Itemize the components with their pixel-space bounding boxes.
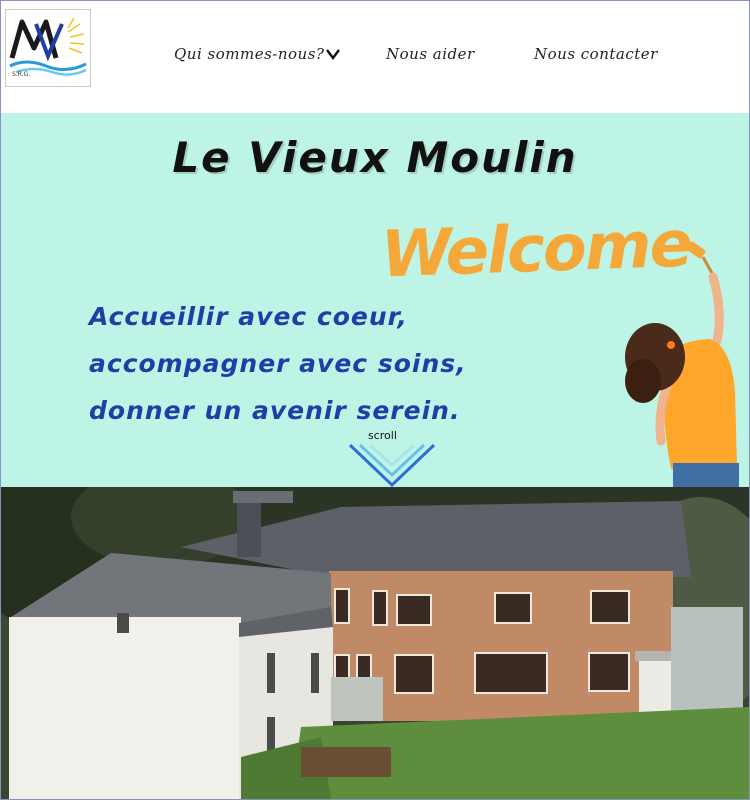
tagline-line: donner un avenir serein. xyxy=(89,396,461,425)
hero-section: Le Vieux Moulin Welcome Accueillir avec … xyxy=(1,113,749,487)
tagline-line: accompagner avec soins, xyxy=(89,349,467,378)
child-painting-illustration xyxy=(625,241,739,487)
building-photo xyxy=(1,487,749,799)
tagline: Accueillir avec coeur, accompagner avec … xyxy=(89,293,467,434)
nav-nous-contacter[interactable]: Nous contacter xyxy=(534,45,658,63)
chevron-down-icon[interactable] xyxy=(326,47,341,61)
tagline-line: Accueillir avec coeur, xyxy=(89,302,408,331)
site-logo[interactable]: S.R.G. xyxy=(5,9,91,87)
nav-qui-sommes-nous[interactable]: Qui sommes-nous? xyxy=(174,45,341,63)
nav-label: Qui sommes-nous? xyxy=(174,45,325,63)
house-photo-image xyxy=(1,487,749,799)
nav-nous-aider[interactable]: Nous aider xyxy=(386,45,475,63)
scroll-down-chevron-icon[interactable] xyxy=(348,441,436,487)
logo-caption: S.R.G. xyxy=(12,71,31,78)
site-header: S.R.G. Qui sommes-nous? Nous aider Nous … xyxy=(1,1,749,113)
page-title: Le Vieux Moulin xyxy=(172,133,578,182)
